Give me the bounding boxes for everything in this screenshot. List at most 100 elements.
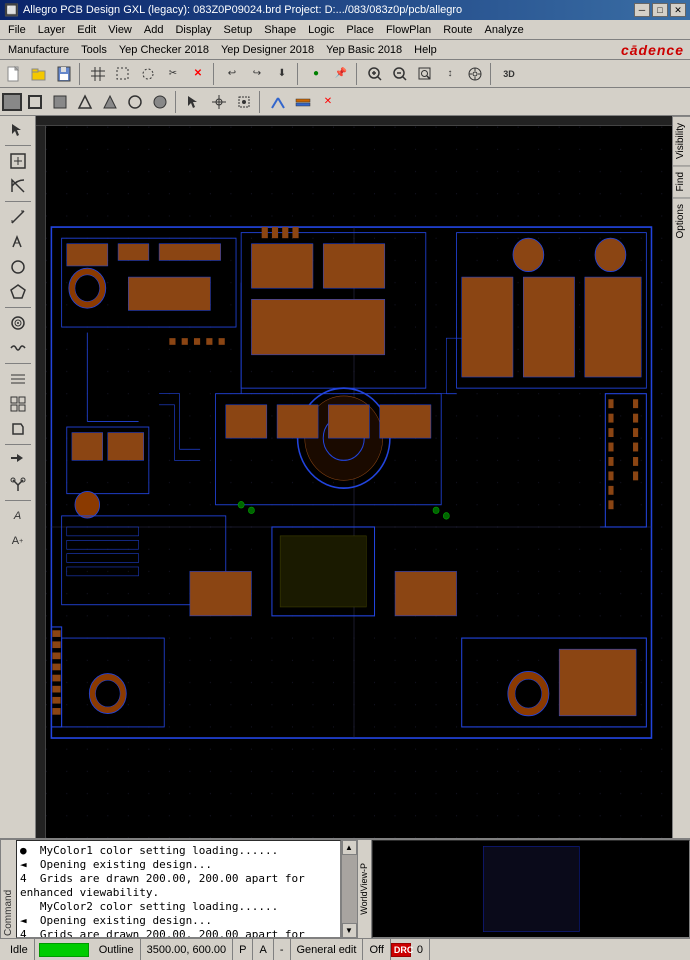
menu-manufacture[interactable]: Manufacture: [2, 43, 75, 57]
scroll-track[interactable]: [342, 855, 357, 923]
worldview-canvas[interactable]: [372, 840, 690, 938]
tb2-b6[interactable]: [148, 91, 172, 113]
tb-select2[interactable]: [136, 63, 160, 85]
tab-visibility[interactable]: Visibility: [673, 116, 690, 165]
menu-route[interactable]: Route: [437, 23, 478, 37]
tb-zoom-h[interactable]: ↕: [438, 63, 462, 85]
lt-measure[interactable]: [4, 205, 32, 229]
lt-wave[interactable]: [4, 336, 32, 360]
menu-yep-checker[interactable]: Yep Checker 2018: [113, 43, 215, 57]
tb-open[interactable]: [27, 63, 51, 85]
tb2-b3[interactable]: [73, 91, 97, 113]
menu-bar2: Manufacture Tools Yep Checker 2018 Yep D…: [0, 40, 690, 60]
toolbar2: ✕: [0, 88, 690, 116]
lt-text[interactable]: A: [4, 504, 32, 528]
scroll-down[interactable]: ▼: [342, 923, 357, 938]
lt-via[interactable]: [4, 311, 32, 335]
lt-sep2: [5, 201, 31, 202]
tb-undo[interactable]: ↩: [220, 63, 244, 85]
tb-dot[interactable]: ●: [304, 63, 328, 85]
menu-analyze[interactable]: Analyze: [479, 23, 530, 37]
tb-new[interactable]: [2, 63, 26, 85]
tb-grid[interactable]: [86, 63, 110, 85]
lt-text2[interactable]: A+: [4, 529, 32, 553]
console-line-3: 4 Grids are drawn 200.00, 200.00 apart f…: [20, 872, 337, 900]
status-drc-indicator: DRC: [391, 943, 411, 957]
worldview-label: WorldView-P: [359, 863, 369, 915]
lt-select[interactable]: [4, 118, 32, 142]
minimize-button[interactable]: ─: [634, 3, 650, 17]
lt-polygon[interactable]: [4, 280, 32, 304]
title-bar-controls[interactable]: ─ □ ✕: [634, 3, 686, 17]
pcb-canvas[interactable]: [36, 116, 672, 838]
tb2-route[interactable]: [266, 91, 290, 113]
menu-yep-basic[interactable]: Yep Basic 2018: [320, 43, 408, 57]
tab-find[interactable]: Find: [673, 165, 690, 197]
title-bar: 🔲 Allegro PCB Design GXL (legacy): 083Z0…: [0, 0, 690, 20]
scroll-up[interactable]: ▲: [342, 840, 357, 855]
status-green-indicator: [39, 943, 89, 957]
menu-logic[interactable]: Logic: [302, 23, 340, 37]
tb-select[interactable]: [111, 63, 135, 85]
console-line-4: MyColor2 color setting loading......: [20, 900, 337, 914]
tb2-x[interactable]: ✕: [316, 91, 340, 113]
tb2-cursor[interactable]: [182, 91, 206, 113]
menu-tools[interactable]: Tools: [75, 43, 113, 57]
tb2-b1[interactable]: [23, 91, 47, 113]
menu-flowplan[interactable]: FlowPlan: [380, 23, 437, 37]
tb-save[interactable]: [52, 63, 76, 85]
tb-delete[interactable]: ✕: [186, 63, 210, 85]
app-icon: 🔲: [4, 3, 19, 17]
status-p: P: [233, 939, 253, 960]
menu-help[interactable]: Help: [408, 43, 443, 57]
lt-sep6: [5, 500, 31, 501]
console-scrollbar[interactable]: ▲ ▼: [341, 840, 357, 938]
lt-snap[interactable]: [4, 149, 32, 173]
left-toolbar: A A+: [0, 116, 36, 838]
tb2-cross[interactable]: [207, 91, 231, 113]
tb2-layer[interactable]: [291, 91, 315, 113]
tb-cut[interactable]: ✂: [161, 63, 185, 85]
menu-bar: File Layer Edit View Add Display Setup S…: [0, 20, 690, 40]
tb-zoom-out[interactable]: [388, 63, 412, 85]
lt-draw[interactable]: [4, 230, 32, 254]
toolbar1: ✂ ✕ ↩ ↪ ⬇ ● 📌 ↕ 3D: [0, 60, 690, 88]
menu-shape[interactable]: Shape: [258, 23, 302, 37]
tb-redo[interactable]: ↪: [245, 63, 269, 85]
tb2-b4[interactable]: [98, 91, 122, 113]
menu-edit[interactable]: Edit: [71, 23, 102, 37]
menu-add[interactable]: Add: [138, 23, 170, 37]
lt-lines[interactable]: [4, 367, 32, 391]
tb-zoom-in[interactable]: [363, 63, 387, 85]
main-area: A A+: [0, 116, 690, 838]
lt-angle[interactable]: [4, 174, 32, 198]
menu-layer[interactable]: Layer: [32, 23, 72, 37]
title-bar-left: 🔲 Allegro PCB Design GXL (legacy): 083Z0…: [4, 3, 462, 17]
lt-scissors[interactable]: [4, 473, 32, 497]
menu-display[interactable]: Display: [169, 23, 217, 37]
tb2-b2[interactable]: [48, 91, 72, 113]
lt-circle[interactable]: [4, 255, 32, 279]
lt-shape[interactable]: [4, 417, 32, 441]
tb2-b5[interactable]: [123, 91, 147, 113]
sep5: [490, 63, 494, 85]
close-button[interactable]: ✕: [670, 3, 686, 17]
tb-zoom-fit[interactable]: [413, 63, 437, 85]
tb-zoom-all[interactable]: [463, 63, 487, 85]
tb-pin[interactable]: 📌: [329, 63, 353, 85]
lt-swap[interactable]: [4, 448, 32, 472]
tb-3d[interactable]: 3D: [497, 63, 521, 85]
maximize-button[interactable]: □: [652, 3, 668, 17]
title-text: Allegro PCB Design GXL (legacy): 083Z0P0…: [23, 4, 462, 16]
tab-options[interactable]: Options: [673, 197, 690, 244]
menu-view[interactable]: View: [102, 23, 138, 37]
menu-yep-designer[interactable]: Yep Designer 2018: [215, 43, 320, 57]
tb2-outline[interactable]: [2, 93, 22, 111]
menu-file[interactable]: File: [2, 23, 32, 37]
menu-place[interactable]: Place: [340, 23, 380, 37]
menu-setup[interactable]: Setup: [218, 23, 259, 37]
status-a: A: [253, 939, 273, 960]
tb-down[interactable]: ⬇: [270, 63, 294, 85]
lt-grid[interactable]: [4, 392, 32, 416]
tb2-snap[interactable]: [232, 91, 256, 113]
